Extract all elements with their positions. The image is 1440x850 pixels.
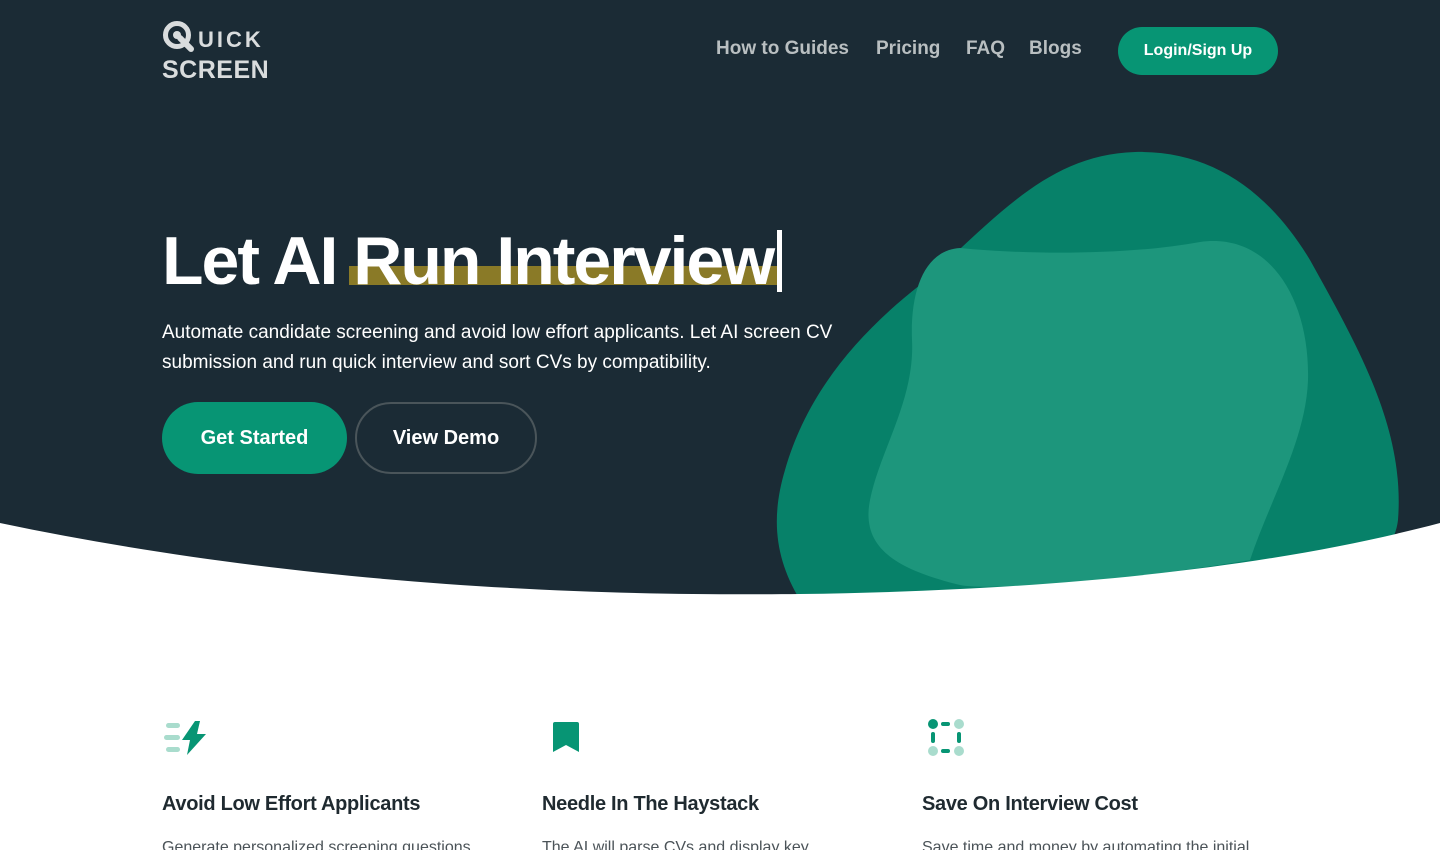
headline-plain-text: Let AI [162,223,354,299]
logo-text-screen: SCREEN [162,56,270,84]
hero-headline: Let AI Run Interview [162,222,783,300]
bolt-icon [164,721,206,755]
logo-text-quick: UICK [198,27,264,52]
hero-blob-small [868,241,1309,587]
feature-card-interview-cost: Save On Interview Cost Save time and mon… [922,718,1282,850]
nav-link-pricing[interactable]: Pricing [876,38,940,60]
nav-link-how-to-guides[interactable]: How to Guides [716,38,849,60]
feature-card-low-effort: Avoid Low Effort Applicants Generate per… [162,718,522,850]
feature-text: Generate personalized screening question… [162,839,471,850]
bookmark-icon [553,722,579,752]
nav-link-blogs[interactable]: Blogs [1029,38,1082,60]
hero-subtitle: Automate candidate screening and avoid l… [162,322,833,373]
feature-card-needle-haystack: Needle In The Haystack The AI will parse… [542,718,902,850]
feature-text: Save time and money by automating the in… [922,839,1250,850]
login-signup-button[interactable]: Login/Sign Up [1118,27,1278,75]
hero-background [0,0,1440,600]
feature-title: Avoid Low Effort Applicants [162,793,421,815]
feature-text: The AI will parse CVs and display key [542,839,809,850]
nav-link-faq[interactable]: FAQ [966,38,1005,60]
hero-section: UICK SCREEN How to Guides Pricing FAQ Bl… [0,0,1440,600]
feature-title: Needle In The Haystack [542,793,759,815]
dots-grid-icon [928,719,964,756]
feature-title: Save On Interview Cost [922,793,1138,815]
get-started-button[interactable]: Get Started [162,402,347,474]
brand-logo[interactable]: UICK SCREEN [162,20,282,84]
headline-highlight-text: Run Interview [353,223,775,299]
view-demo-button[interactable]: View Demo [355,402,537,474]
headline-highlight: Run Interview [349,223,780,299]
typing-cursor [777,230,783,292]
q-logo-icon [163,21,194,52]
